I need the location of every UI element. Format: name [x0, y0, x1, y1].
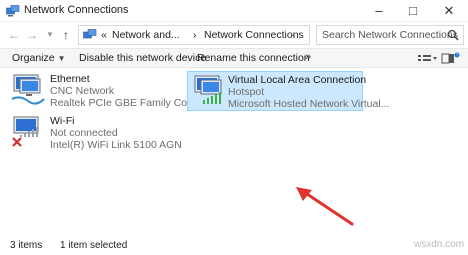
selection-count: 1 item selected	[60, 240, 128, 251]
item-count: 3 items	[10, 240, 43, 251]
virtual-adapter-icon	[194, 75, 222, 104]
address-dropdown-chevron-icon[interactable]: ⌄	[289, 28, 297, 39]
connections-list: Ethernet CNC Network Realtek PCIe GBE Fa…	[0, 69, 468, 234]
list-item-virtual-local-area-connection[interactable]: Virtual Local Area Connection Hotspot Mi…	[187, 71, 389, 111]
ethernet-adapter-icon	[11, 74, 45, 105]
view-options[interactable]: ?	[416, 51, 460, 67]
ethernet-name: Ethernet	[50, 73, 90, 85]
network-folder-icon	[83, 29, 97, 39]
status-bar: 3 items 1 item selected wsxdn.com	[0, 236, 468, 255]
ethernet-network: CNC Network	[50, 85, 115, 97]
title-bar: Network Connections – □ ✕	[0, 0, 468, 22]
search-placeholder: Search Network Connections	[322, 29, 458, 41]
virtual-connection-network: Hotspot	[228, 86, 265, 98]
breadcrumb-overflow[interactable]: «	[101, 29, 107, 41]
back-arrow-icon[interactable]: ←	[6, 27, 22, 43]
annotation-arrow-icon	[296, 187, 354, 226]
address-row: ← → ▼ ↑ « Network and... › Network Conne…	[0, 22, 468, 47]
organize-button[interactable]: Organize ▼	[12, 52, 66, 64]
command-bar: Organize ▼ Disable this network device Re…	[0, 48, 468, 68]
recent-locations-chevron-icon[interactable]: ▼	[42, 27, 58, 43]
wifi-name: Wi-Fi	[50, 115, 75, 127]
disable-network-device-button[interactable]: Disable this network device	[79, 52, 206, 64]
list-item-wifi[interactable]: Wi-Fi Not connected Intel(R) WiFi Link 5…	[10, 115, 185, 153]
disconnected-x-icon	[12, 137, 22, 147]
rename-connection-button[interactable]: Rename this connection	[197, 52, 310, 64]
breadcrumb-network-and-internet[interactable]: Network and...	[112, 29, 180, 41]
maximize-button[interactable]: □	[398, 0, 428, 22]
breadcrumb-separator[interactable]: ›	[193, 29, 197, 41]
virtual-connection-name: Virtual Local Area Connection	[228, 74, 367, 86]
watermark: wsxdn.com	[413, 239, 464, 250]
forward-arrow-icon[interactable]: →	[24, 27, 40, 43]
up-arrow-icon[interactable]: ↑	[58, 27, 74, 43]
organize-label: Organize	[12, 52, 55, 64]
organize-chevron-icon: ▼	[57, 54, 66, 63]
search-input[interactable]: Search Network Connections	[316, 25, 464, 45]
minimize-button[interactable]: –	[364, 0, 394, 22]
wifi-device: Intel(R) WiFi Link 5100 AGN	[50, 139, 182, 151]
close-button[interactable]: ✕	[434, 0, 464, 22]
window-title: Network Connections	[24, 4, 129, 16]
address-bar[interactable]: « Network and... › Network Connections ⌄…	[78, 25, 384, 45]
search-icon[interactable]	[447, 29, 459, 41]
list-item-ethernet[interactable]: Ethernet CNC Network Realtek PCIe GBE Fa…	[10, 73, 219, 111]
svg-text:?: ?	[456, 53, 458, 58]
virtual-connection-device: Microsoft Hosted Network Virtual...	[228, 98, 390, 110]
change-view-icon	[418, 55, 431, 61]
network-connections-icon	[6, 5, 20, 17]
more-commands-button[interactable]: »	[305, 51, 311, 63]
wifi-status: Not connected	[50, 127, 118, 139]
